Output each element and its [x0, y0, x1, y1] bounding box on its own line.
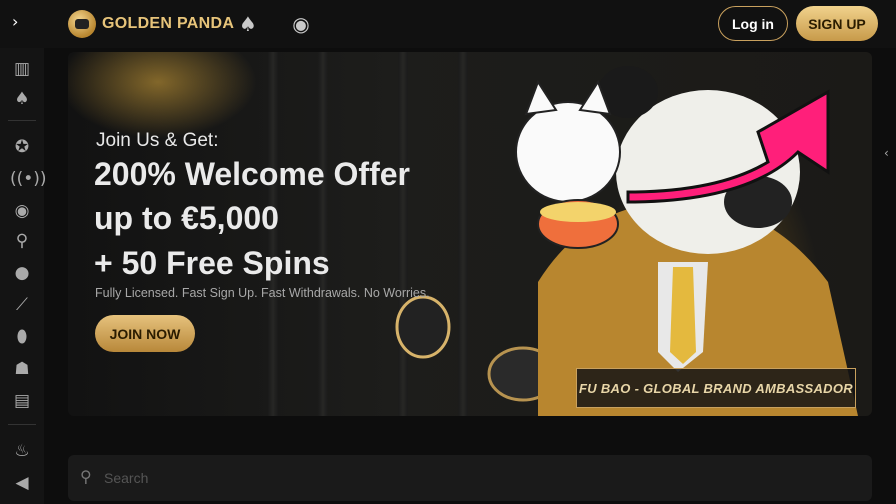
search-bar: ⚲: [68, 455, 872, 501]
sidebar-divider: [8, 120, 36, 121]
hockey-icon[interactable]: ⟋: [10, 294, 34, 316]
fire-icon[interactable]: ♨: [10, 440, 34, 462]
live-icon[interactable]: ((•)): [10, 168, 47, 190]
sidebar-expand-icon[interactable]: ›: [12, 12, 32, 36]
soccer-ball-icon[interactable]: ◉: [289, 12, 313, 36]
signup-button[interactable]: SIGN UP: [796, 6, 878, 41]
login-button[interactable]: Log in: [718, 6, 788, 41]
megaphone-icon[interactable]: ◀: [10, 472, 34, 494]
spade-icon[interactable]: ♠: [236, 12, 260, 36]
noodles: [540, 202, 616, 222]
sidebar-divider: [8, 424, 36, 425]
tennis-icon[interactable]: ⚲: [10, 230, 34, 252]
brand-name: GOLDEN PANDA: [102, 15, 235, 32]
logo[interactable]: GOLDEN PANDA: [68, 9, 234, 39]
chip-icon: [395, 295, 451, 359]
hero-note: Fully Licensed. Fast Sign Up. Fast Withd…: [95, 286, 430, 300]
lucky-cat-head: [515, 101, 621, 203]
lucky-cat-ear: [524, 79, 558, 116]
promotions-icon[interactable]: ▤: [10, 390, 34, 412]
carousel-next-icon[interactable]: ‹: [884, 146, 889, 160]
join-now-button[interactable]: JOIN NOW: [95, 315, 195, 352]
football-icon[interactable]: ⬮: [10, 326, 34, 348]
card-spade-icon[interactable]: ♠: [10, 88, 34, 110]
star-icon[interactable]: ✪: [10, 136, 34, 158]
hero-headline-3: + 50 Free Spins: [94, 245, 330, 281]
search-input[interactable]: [104, 465, 804, 491]
soccer-icon[interactable]: ◉: [10, 200, 34, 222]
basketball-icon[interactable]: ●: [10, 262, 34, 284]
panda-logo-icon: [68, 10, 96, 38]
esports-icon[interactable]: ☗: [10, 358, 34, 380]
panda-tie: [670, 267, 696, 364]
hero-banner[interactable]: Join Us & Get: 200% Welcome Offer up to …: [68, 52, 872, 416]
sidebar: ▥ ♠ ✪ ((•)) ◉ ⚲ ● ⟋ ⬮ ☗ ▤ ♨ ◀: [0, 48, 47, 504]
slots-icon[interactable]: ▥: [10, 58, 34, 80]
search-icon: ⚲: [80, 467, 92, 486]
hero-headline-2: up to €5,000: [94, 200, 279, 236]
top-bar: › GOLDEN PANDA ♠ ◉ Log in SIGN UP: [0, 0, 896, 48]
ambassador-caption: FU BAO - GLOBAL BRAND AMBASSADOR: [576, 368, 856, 408]
hero-headline-1: 200% Welcome Offer: [94, 156, 410, 192]
hero-intro: Join Us & Get:: [96, 130, 219, 151]
